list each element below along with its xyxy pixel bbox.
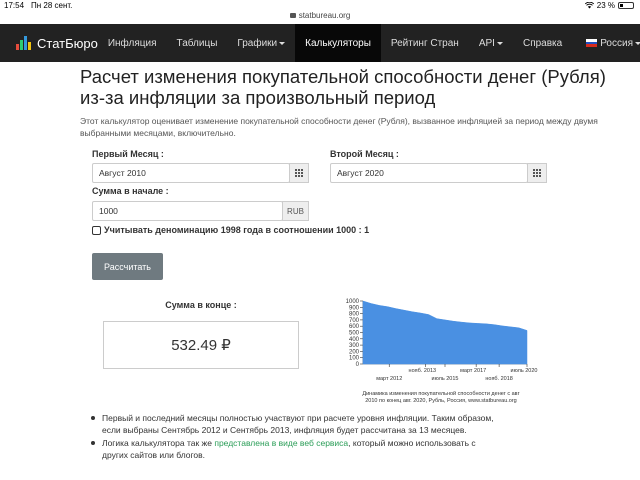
status-date: Пн 28 сент.	[31, 1, 73, 10]
first-month-label: Первый Месяц :	[92, 149, 164, 159]
nav-label: Рейтинг Стран	[390, 37, 459, 49]
currency-addon: RUB	[282, 201, 309, 221]
x-tick-label: март 2017	[460, 368, 486, 374]
nav-item-api[interactable]: API	[469, 24, 513, 62]
first-month-input[interactable]: Август 2010	[92, 163, 290, 183]
main-navbar: СтатБюро Инфляция Таблицы Графики Кальку…	[0, 24, 640, 62]
brand-name: СтатБюро	[37, 35, 98, 51]
page-intro-line2: выбранными месяцами, включительно.	[80, 128, 236, 138]
page-header: Расчет изменения покупательной способнос…	[80, 62, 625, 139]
page-title-line2: из-за инфляции за произвольный период	[80, 87, 436, 108]
nav-item-inflation[interactable]: Инфляция	[98, 24, 167, 62]
nav-label: Инфляция	[107, 37, 157, 49]
brand-link[interactable]: СтатБюро	[0, 24, 98, 62]
nav-item-country-rating[interactable]: Рейтинг Стран	[381, 24, 469, 62]
status-right: 23 %	[584, 1, 634, 10]
nav-label: Калькуляторы	[305, 37, 371, 49]
y-tick-label: 1000	[346, 299, 360, 305]
y-tick-label: 500	[349, 331, 360, 337]
nav-label: Таблицы	[176, 37, 218, 49]
series-area	[362, 300, 528, 365]
note-first-last-month: Первый и последний месяцы полностью учас…	[91, 412, 572, 436]
note-line: если выбраны Сентябрь 2012 и Сентябрь 20…	[102, 425, 467, 435]
note-text: Логика калькулятора так же	[102, 438, 215, 448]
calendar-icon	[295, 169, 303, 177]
statbureau-logo-icon	[16, 36, 32, 50]
note-line: Первый и последний месяцы полностью учас…	[102, 413, 494, 423]
nav-item-help[interactable]: Справка	[513, 24, 572, 62]
caret-down-icon	[635, 41, 640, 45]
second-month-input[interactable]: Август 2020	[330, 163, 528, 183]
caret-down-icon	[496, 41, 503, 45]
language-label: Россия	[600, 37, 633, 49]
caret-down-icon	[279, 41, 286, 45]
note-text: , который можно использовать с	[348, 438, 476, 448]
page-intro-line1: Этот калькулятор оценивает изменение пок…	[80, 116, 598, 126]
notes-list: Первый и последний месяцы полностью учас…	[91, 412, 572, 462]
chart-caption: Динамика изменения покупательной способн…	[362, 390, 519, 397]
y-tick-label: 800	[349, 312, 360, 318]
lock-icon	[289, 13, 296, 18]
y-tick-label: 600	[349, 324, 360, 330]
nav-item-tables[interactable]: Таблицы	[167, 24, 228, 62]
status-time: 17:54	[4, 1, 25, 10]
calendar-icon	[533, 169, 541, 177]
nav-item-calculators[interactable]: Калькуляторы	[295, 24, 381, 62]
nav-item-charts[interactable]: Графики	[227, 24, 295, 62]
x-tick-label: нояб. 2013	[409, 368, 437, 374]
denomination-label: Учитывать деноминацию 1998 года в соотно…	[104, 225, 370, 235]
second-month-label: Второй Месяц :	[330, 149, 399, 159]
result-label: Сумма в конце :	[165, 300, 237, 310]
denomination-checkbox[interactable]	[92, 225, 101, 235]
x-tick-label: июль 2020	[511, 368, 538, 374]
language-selector[interactable]: Россия	[572, 24, 640, 62]
y-tick-label: 400	[349, 337, 360, 343]
first-month-calendar-button[interactable]	[289, 163, 309, 183]
web-service-link[interactable]: представлена в виде веб сервиса	[214, 438, 348, 448]
denomination-option[interactable]: Учитывать деноминацию 1998 года в соотно…	[92, 225, 369, 235]
y-tick-label: 200	[349, 349, 360, 355]
y-tick-label: 100	[349, 356, 360, 362]
nav-label: Справка	[522, 37, 563, 49]
page-intro: Этот калькулятор оценивает изменение пок…	[80, 115, 625, 139]
chart-caption: 2010 по конец авг. 2020, Рубль, Россия, …	[365, 398, 517, 404]
y-tick-label: 300	[349, 343, 360, 349]
amount-label: Сумма в начале :	[92, 186, 169, 196]
x-tick-label: нояб. 2018	[485, 376, 513, 382]
url-text: statbureau.org	[298, 11, 351, 20]
battery-icon	[618, 2, 634, 9]
x-tick-label: июль 2015	[432, 376, 459, 382]
calculate-button[interactable]: Рассчитать	[92, 253, 163, 280]
x-tick-label: март 2012	[376, 376, 402, 382]
note-line: других сайтов или блогов.	[102, 450, 206, 460]
page-title: Расчет изменения покупательной способнос…	[80, 66, 625, 108]
amount-input[interactable]: 1000	[92, 201, 283, 221]
page-title-line1: Расчет изменения покупательной способнос…	[80, 66, 606, 87]
russia-flag-icon	[586, 39, 598, 48]
battery-percent: 23 %	[596, 1, 615, 10]
status-bar: 17:54 Пн 28 сент. 23 %	[0, 0, 640, 11]
y-tick-label: 0	[356, 362, 360, 368]
result-value: 532.49 ₽	[103, 321, 299, 369]
browser-url-bar[interactable]: statbureau.org	[0, 11, 640, 24]
purchasing-power-chart: 10009008007006005004003002001000нояб. 20…	[346, 299, 538, 404]
nav-label: Графики	[237, 37, 278, 49]
nav-label: API	[478, 37, 495, 49]
second-month-calendar-button[interactable]	[527, 163, 547, 183]
wifi-icon	[584, 2, 594, 9]
y-tick-label: 700	[349, 318, 360, 324]
y-tick-label: 900	[349, 305, 360, 311]
note-web-service: Логика калькулятора так же представлена …	[91, 437, 572, 461]
